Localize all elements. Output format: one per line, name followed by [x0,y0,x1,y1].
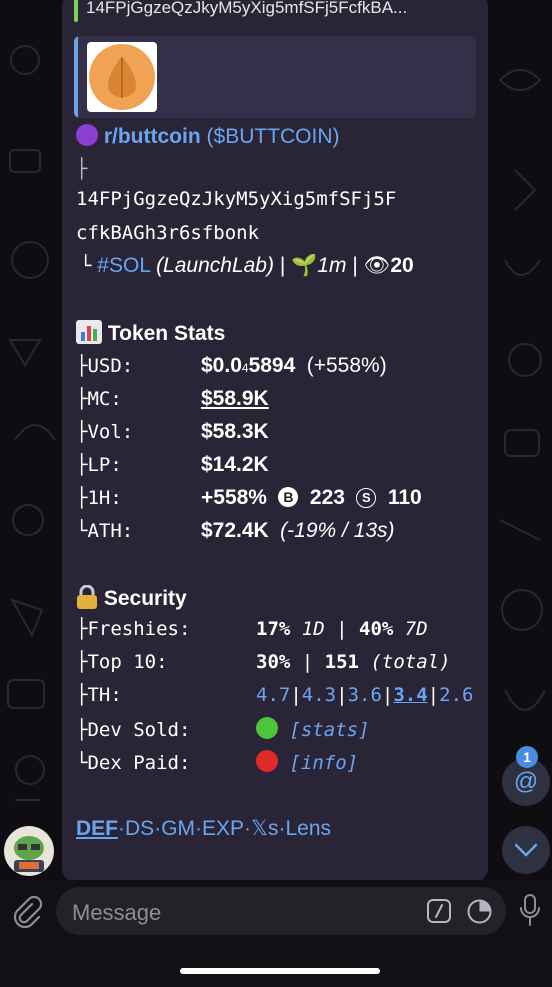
scroll-down-button[interactable] [502,826,550,874]
attach-icon[interactable] [12,896,42,928]
link-exp[interactable]: EXP [202,817,244,840]
stat-row-ath: └ATH: $72.4K (-19% / 13s) [76,519,395,542]
red-circle-icon [256,750,278,772]
links-row: DEF·DS·GM·EXP·𝕏s·Lens [76,817,332,840]
commands-icon[interactable] [426,898,452,924]
token-name-link[interactable]: r/buttcoin [104,125,201,148]
token-stats-heading: Token Stats [76,320,225,346]
home-indicator [180,968,380,974]
seedling-icon: 🌱 [291,254,318,277]
token-preview-card[interactable] [74,36,476,118]
sells-icon: S [356,488,377,508]
dex-info-link[interactable]: [info] [289,752,358,774]
preview-accent-bar [74,36,78,118]
lock-icon [77,584,97,609]
token-age: 1m [317,254,347,277]
contract-address-line-2[interactable]: cfkBAGh3r6sfbonk [76,222,259,244]
view-count: 20 [390,254,414,277]
link-lens[interactable]: Lens [285,817,331,840]
chevron-down-icon [514,843,538,857]
token-thumbnail[interactable] [87,42,157,112]
link-def[interactable]: DEF [76,817,118,840]
security-row-dev-sold: ├Dev Sold: [stats] [76,717,370,741]
sender-avatar[interactable] [4,826,54,876]
reply-accent-bar [74,0,78,22]
message-bubble: 14FPjGgzeQzJkyM5yXig5mfSFj5FcfkBA... r/b… [62,0,488,882]
green-circle-icon [256,717,278,739]
chart-icon [76,320,102,344]
security-row-th: ├TH: 4.7|4.3|3.6|3.4|2.6 [76,684,474,706]
stat-row-lp: ├LP: $14.2K [76,453,269,476]
market-cap-link[interactable]: $58.9K [201,387,269,410]
th-value-4[interactable]: 3.4 [393,684,427,706]
link-gm[interactable]: GM [161,817,195,840]
security-row-freshies: ├Freshies: 17% 1D | 40% 7D [76,618,428,640]
message-placeholder: Message [72,900,162,925]
token-meta-line: └ #SOL (LaunchLab) | 🌱1m | 👁20 [80,254,414,277]
th-value-2[interactable]: 4.3 [302,684,336,706]
th-value-3[interactable]: 3.6 [348,684,382,706]
stat-row-usd: ├USD: $0.045894 (+558%) [76,354,387,377]
mentions-badge: 1 [516,746,538,768]
buys-icon: B [278,487,299,507]
token-ticker-link[interactable]: ($BUTTCOIN) [207,125,340,148]
security-row-dex-paid: └Dex Paid: [info] [76,750,359,774]
sticker-icon[interactable] [466,898,493,925]
tree-branch: ├ [76,158,88,180]
stat-row-1h: ├1H: +558% B 223 S 110 [76,486,422,509]
at-sign-icon: @ [513,768,539,795]
microphone-icon[interactable] [518,893,542,927]
th-value-1[interactable]: 4.7 [256,684,290,706]
reply-preview[interactable]: 14FPjGgzeQzJkyM5yXig5mfSFj5FcfkBA... [86,0,407,18]
token-title-line: r/buttcoin ($BUTTCOIN) [76,124,340,149]
link-ds[interactable]: DS [125,817,154,840]
chain-hashtag[interactable]: #SOL [97,254,150,277]
contract-address-line-1[interactable]: 14FPjGgzeQzJkyM5yXig5mfSFj5F [76,188,396,210]
link-x-search[interactable]: 𝕏s [251,817,278,840]
eye-icon: 👁 [363,254,391,277]
dev-stats-link[interactable]: [stats] [289,719,369,741]
stat-row-vol: ├Vol: $58.3K [76,420,269,443]
security-heading: Security [76,584,187,611]
platform-label: (LaunchLab) [156,254,274,277]
purple-circle-icon [76,124,98,146]
th-value-5[interactable]: 2.6 [439,684,473,706]
stat-row-mc: ├MC: $58.9K [76,387,269,410]
security-row-top10: ├Top 10: 30% | 151 (total) [76,651,451,673]
